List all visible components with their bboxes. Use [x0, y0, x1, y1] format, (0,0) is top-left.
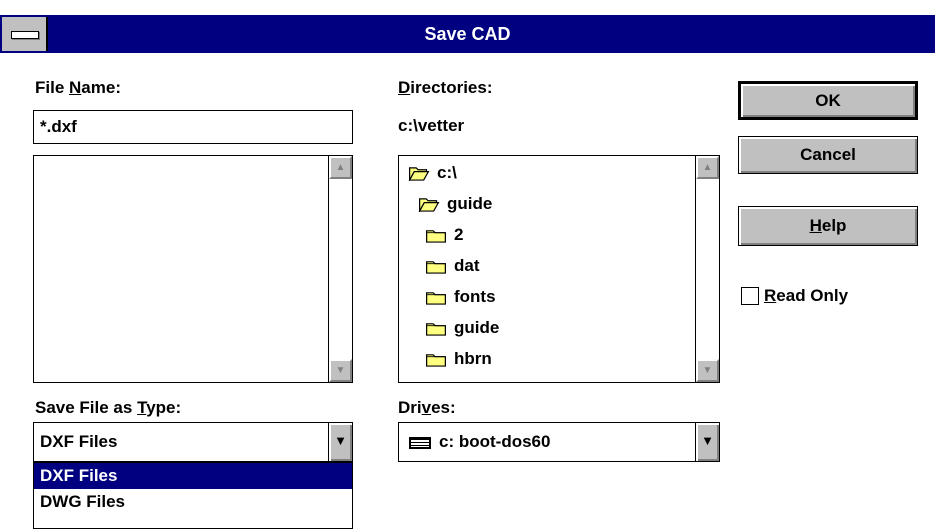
scroll-up-button[interactable]: ▲: [329, 156, 352, 179]
folder-icon: [426, 261, 446, 274]
scroll-down-button[interactable]: ▼: [329, 359, 352, 382]
save-type-select[interactable]: DXF Files ▼: [33, 422, 353, 462]
folder-icon: [426, 323, 446, 336]
folder-icon: [426, 230, 446, 243]
directory-item[interactable]: guide: [425, 313, 499, 343]
directory-item-label: guide: [454, 318, 500, 337]
help-button[interactable]: Help: [738, 206, 918, 246]
directory-item-label: c:\: [437, 163, 457, 182]
open-folder-icon: [408, 167, 430, 182]
drive-value: c: boot-dos60: [439, 432, 551, 451]
file-list-scrollbar[interactable]: ▲ ▼: [328, 156, 352, 382]
file-list[interactable]: ▲ ▼: [33, 155, 353, 383]
folder-icon: [426, 354, 446, 367]
drive-icon: [409, 436, 431, 449]
option-dwg-files[interactable]: DWG Files: [34, 489, 352, 515]
directory-item-label: guide: [447, 194, 493, 213]
save-type-dropdown-list[interactable]: DXF Files DWG Files: [33, 462, 353, 529]
dropdown-arrow-icon[interactable]: ▼: [695, 423, 719, 461]
read-only-label: Read Only: [764, 286, 849, 305]
cancel-button[interactable]: Cancel: [738, 136, 918, 174]
directory-item-label: fonts: [454, 287, 496, 306]
directory-item[interactable]: fonts: [425, 282, 496, 312]
drives-select[interactable]: c: boot-dos60 ▼: [398, 422, 720, 462]
directory-item[interactable]: guide: [418, 189, 492, 219]
scroll-down-button[interactable]: ▼: [696, 359, 719, 382]
directory-item[interactable]: hbrn: [425, 344, 492, 374]
directory-list[interactable]: c:\ guide 2 dat fonts guide hbrn ▲ ▼: [398, 155, 720, 383]
background-strip: [0, 0, 935, 15]
save-type-value: DXF Files: [40, 432, 118, 451]
directory-list-scrollbar[interactable]: ▲ ▼: [695, 156, 719, 382]
directory-item-label: 2: [454, 225, 464, 244]
directory-item[interactable]: dat: [425, 251, 480, 281]
read-only-checkbox[interactable]: [741, 287, 759, 305]
drives-label: Drives:: [398, 398, 456, 417]
directory-item-label: hbrn: [454, 349, 492, 368]
directory-item[interactable]: c:\: [408, 158, 457, 188]
directory-item-label: dat: [454, 256, 480, 275]
directories-label: Directories:: [398, 78, 493, 97]
dropdown-arrow-icon[interactable]: ▼: [328, 423, 352, 461]
save-type-label: Save File as Type:: [35, 398, 182, 417]
file-name-input[interactable]: *.dxf: [33, 110, 353, 144]
folder-icon: [426, 292, 446, 305]
directory-item[interactable]: 2: [425, 220, 463, 250]
window-title: Save CAD: [424, 24, 511, 44]
file-name-label: File Name:: [35, 78, 121, 97]
scroll-up-button[interactable]: ▲: [696, 156, 719, 179]
current-directory-path: c:\vetter: [398, 116, 465, 135]
open-folder-icon: [418, 198, 440, 213]
ok-button[interactable]: OK: [738, 81, 918, 120]
option-dxf-files[interactable]: DXF Files: [34, 463, 352, 489]
